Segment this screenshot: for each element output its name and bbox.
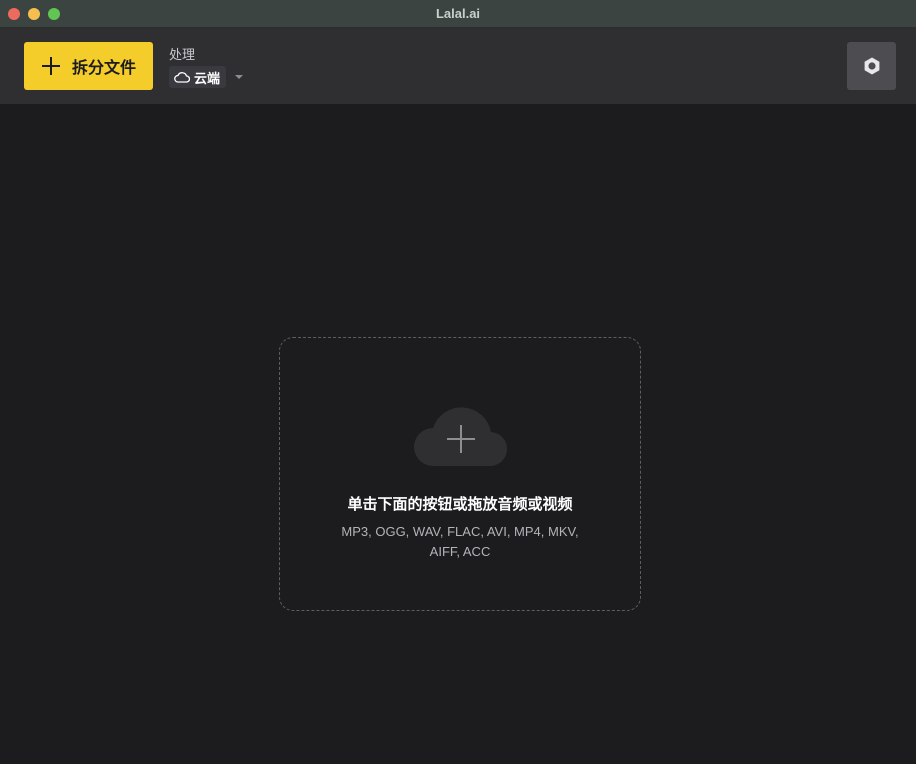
processing-mode-chip[interactable]: 云端	[169, 66, 227, 88]
processing-mode-value: 云端	[194, 70, 221, 86]
processing-label: 处理	[169, 47, 196, 62]
toolbar: 拆分文件 处理 云端	[0, 28, 916, 104]
supported-formats: MP3, OGG, WAV, FLAC, AVI, MP4, MKV, AIFF…	[320, 522, 600, 562]
gear-icon	[864, 57, 879, 75]
settings-button[interactable]	[847, 42, 896, 90]
chevron-down-icon[interactable]	[235, 75, 244, 79]
supported-formats-line: AIFF, ACC	[429, 544, 491, 559]
split-file-button[interactable]: 拆分文件	[24, 42, 153, 90]
title-bar[interactable]: Lalal.ai	[0, 0, 916, 28]
file-dropzone[interactable]: 单击下面的按钮或拖放音频或视频 MP3, OGG, WAV, FLAC, AVI…	[279, 337, 641, 611]
plus-icon	[42, 57, 60, 75]
cloud-upload-icon[interactable]	[411, 402, 511, 470]
split-file-button-label: 拆分文件	[72, 60, 137, 77]
supported-formats-line: MP3, OGG, WAV, FLAC, AVI, MP4, MKV,	[341, 524, 579, 539]
window-title: Lalal.ai	[435, 6, 481, 21]
dropzone-title: 单击下面的按钮或拖放音频或视频	[347, 496, 573, 513]
cloud-icon	[174, 72, 190, 83]
processing-mode-select[interactable]: 云端	[169, 66, 244, 88]
app-window: Lalal.ai 拆分文件 处理 云端 单击下面的按钮或拖放音频或视频 MP3,…	[0, 0, 916, 764]
main-area: 单击下面的按钮或拖放音频或视频 MP3, OGG, WAV, FLAC, AVI…	[0, 104, 916, 764]
